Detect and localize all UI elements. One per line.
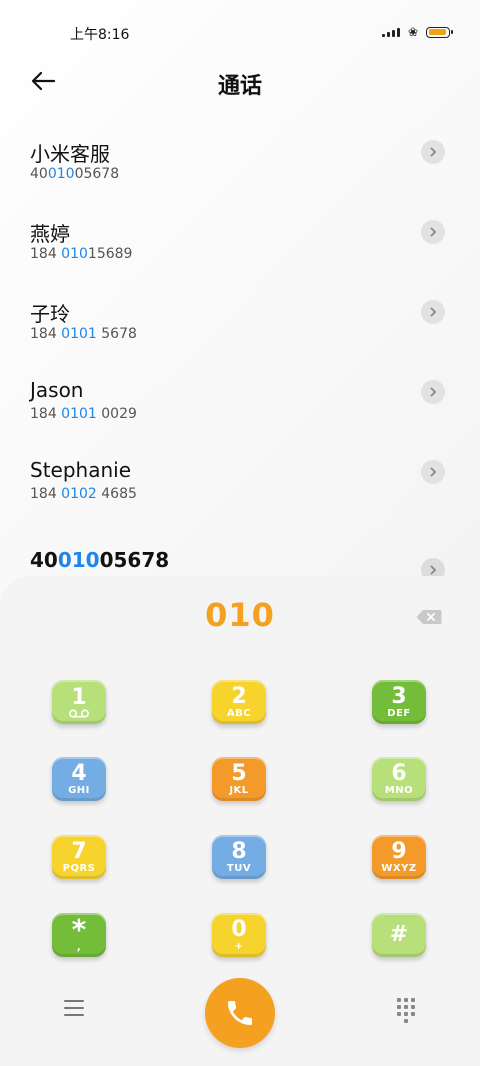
contact-item[interactable]: 小米客服 4001005678: [0, 130, 480, 210]
key-0[interactable]: 0 +: [212, 913, 266, 957]
keypad-icon[interactable]: [397, 998, 415, 1023]
contact-number: 4001005678: [30, 166, 120, 182]
delete-button[interactable]: [416, 609, 442, 625]
key-9[interactable]: 9 WXYZ: [372, 835, 426, 879]
dial-input[interactable]: 010: [0, 596, 480, 634]
contact-name: 小米客服: [30, 142, 110, 166]
chevron-right-icon: [430, 307, 437, 317]
key-5[interactable]: 5 JKL: [212, 757, 266, 801]
status-time: 上午8:16: [70, 27, 130, 43]
key-4[interactable]: 4 GHI: [52, 757, 106, 801]
contact-item[interactable]: 子玲 184 0101 5678: [0, 290, 480, 370]
chevron-right-icon: [430, 387, 437, 397]
status-icons: ❀: [381, 25, 453, 39]
status-bar: 上午8:16 ❀: [0, 0, 480, 64]
backspace-icon: [416, 610, 442, 624]
contact-number: 184 0101 5678: [30, 326, 137, 342]
chevron-right-icon: [430, 227, 437, 237]
contact-item[interactable]: Stephanie 184 0102 4685: [0, 450, 480, 530]
key-hash[interactable]: #: [372, 913, 426, 957]
contact-detail-button[interactable]: [421, 300, 445, 324]
key-3[interactable]: 3 DEF: [372, 680, 426, 724]
key-star[interactable]: * ,: [52, 913, 106, 957]
contact-number: 184 0101 0029: [30, 406, 137, 422]
contact-detail-button[interactable]: [421, 380, 445, 404]
contact-name: 子玲: [30, 302, 70, 326]
contact-detail-button[interactable]: [421, 460, 445, 484]
contact-name: Stephanie: [30, 458, 132, 482]
header: 通话: [0, 60, 480, 104]
contact-name: Jason: [30, 378, 84, 402]
menu-icon[interactable]: [64, 1000, 84, 1018]
matched-number[interactable]: 4001005678: [30, 548, 169, 572]
contact-detail-button[interactable]: [421, 220, 445, 244]
contact-name: 燕婷: [30, 222, 70, 246]
key-8[interactable]: 8 TUV: [212, 835, 266, 879]
contact-number: 184 0102 4685: [30, 486, 137, 502]
contact-item[interactable]: Jason 184 0101 0029: [0, 370, 480, 450]
chevron-right-icon: [430, 147, 437, 157]
signal-icon: [381, 27, 400, 37]
contact-item[interactable]: 燕婷 184 01015689: [0, 210, 480, 290]
contact-list: 小米客服 4001005678 燕婷 184 01015689 子玲 184 0…: [0, 130, 480, 530]
contact-number: 184 01015689: [30, 246, 133, 262]
bottom-bar: [0, 978, 480, 1066]
chevron-right-icon: [430, 565, 437, 575]
key-1[interactable]: 1: [52, 680, 106, 724]
page-title: 通话: [217, 74, 262, 99]
wifi-icon: ❀: [407, 25, 418, 39]
battery-icon: [426, 26, 453, 38]
contact-detail-button[interactable]: [421, 140, 445, 164]
voicemail-icon: [68, 708, 90, 718]
key-6[interactable]: 6 MNO: [372, 757, 426, 801]
key-2[interactable]: 2 ABC: [212, 680, 266, 724]
call-button[interactable]: [205, 978, 275, 1048]
key-7[interactable]: 7 PQRS: [52, 835, 106, 879]
phone-icon: [228, 1001, 252, 1025]
chevron-right-icon: [430, 467, 437, 477]
